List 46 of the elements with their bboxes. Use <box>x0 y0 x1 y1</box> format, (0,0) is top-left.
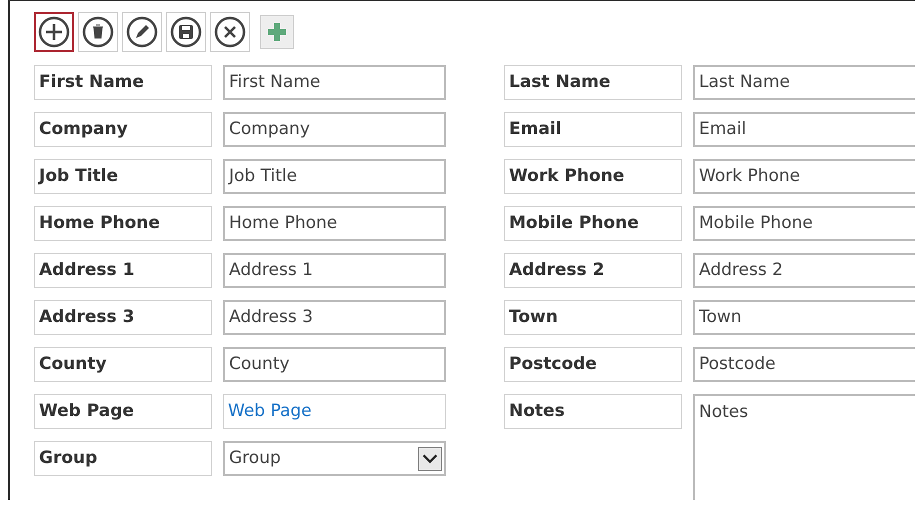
field-label: Notes <box>504 394 682 429</box>
dropdown-value: Group <box>229 446 281 470</box>
text-field[interactable]: Address 1 <box>223 253 446 288</box>
edit-button[interactable] <box>122 12 162 52</box>
field-label: Address 2 <box>504 253 682 288</box>
text-field[interactable]: Last Name <box>693 65 915 100</box>
text-field[interactable]: Home Phone <box>223 206 446 241</box>
field-label: Home Phone <box>34 206 212 241</box>
field-label: First Name <box>34 65 212 100</box>
text-field[interactable]: Work Phone <box>693 159 915 194</box>
field-label: Last Name <box>504 65 682 100</box>
field-label: Address 3 <box>34 300 212 335</box>
field-label: Group <box>34 441 212 476</box>
trash-icon <box>82 16 114 48</box>
text-field[interactable]: Town <box>693 300 915 335</box>
add-button[interactable] <box>34 12 74 52</box>
text-field[interactable]: Company <box>223 112 446 147</box>
notes-field[interactable]: Notes <box>693 394 915 500</box>
field-label: Mobile Phone <box>504 206 682 241</box>
save-button[interactable] <box>166 12 206 52</box>
web-page-link[interactable]: Web Page <box>223 394 446 429</box>
text-field[interactable]: Postcode <box>693 347 915 382</box>
close-icon <box>214 16 246 48</box>
group-dropdown[interactable]: Group <box>223 441 446 476</box>
field-label: County <box>34 347 212 382</box>
pencil-icon <box>126 16 158 48</box>
field-label: Work Phone <box>504 159 682 194</box>
floppy-disk-icon <box>170 16 202 48</box>
text-field[interactable]: Address 3 <box>223 300 446 335</box>
field-label: Postcode <box>504 347 682 382</box>
field-label: Web Page <box>34 394 212 429</box>
field-label: Email <box>504 112 682 147</box>
text-field[interactable]: Address 2 <box>693 253 915 288</box>
field-label: Town <box>504 300 682 335</box>
delete-button[interactable] <box>78 12 118 52</box>
chevron-down-icon <box>418 446 442 470</box>
text-field[interactable]: Mobile Phone <box>693 206 915 241</box>
cancel-button[interactable] <box>210 12 250 52</box>
field-label: Address 1 <box>34 253 212 288</box>
text-field[interactable]: County <box>223 347 446 382</box>
field-label: Job Title <box>34 159 212 194</box>
text-field[interactable]: Job Title <box>223 159 446 194</box>
text-field[interactable]: First Name <box>223 65 446 100</box>
text-field[interactable]: Email <box>693 112 915 147</box>
add-icon <box>38 16 70 48</box>
field-label: Company <box>34 112 212 147</box>
